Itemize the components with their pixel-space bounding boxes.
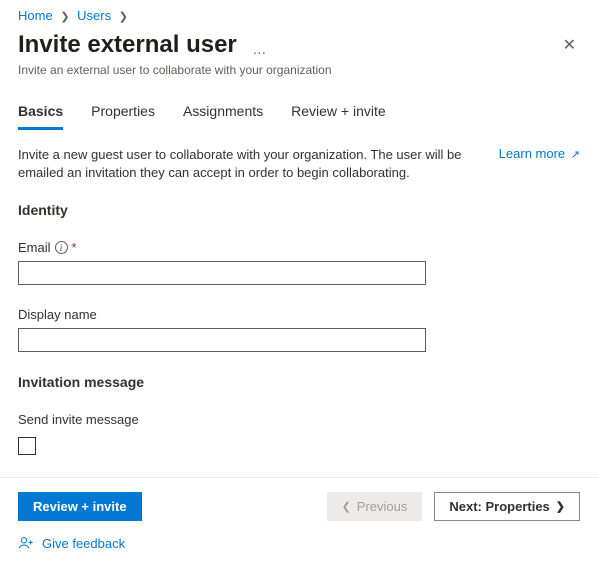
breadcrumb: Home ❯ Users ❯	[0, 0, 598, 23]
review-invite-button[interactable]: Review + invite	[18, 492, 142, 521]
email-field[interactable]	[18, 261, 426, 285]
chevron-right-icon: ❯	[556, 500, 565, 513]
tab-basics[interactable]: Basics	[18, 97, 63, 130]
more-menu-icon[interactable]: …	[252, 41, 266, 57]
description-text: Invite a new guest user to collaborate w…	[18, 146, 487, 182]
tab-assignments[interactable]: Assignments	[183, 97, 263, 130]
breadcrumb-users[interactable]: Users	[77, 8, 111, 23]
external-link-icon: ↗	[571, 149, 580, 161]
tabs: Basics Properties Assignments Review + i…	[0, 97, 598, 130]
info-icon[interactable]: i	[55, 241, 68, 254]
display-name-label: Display name	[18, 307, 580, 322]
footer-actions: Review + invite ❮ Previous Next: Propert…	[0, 478, 598, 521]
previous-button[interactable]: ❮ Previous	[327, 492, 423, 521]
page-header: Invite external user … ✕	[0, 23, 598, 63]
learn-more-link[interactable]: Learn more ↗	[499, 146, 580, 161]
email-label: Email i *	[18, 240, 580, 255]
page-title: Invite external user	[18, 31, 237, 59]
chevron-right-icon: ❯	[119, 11, 128, 23]
close-button[interactable]: ✕	[559, 31, 580, 59]
chevron-left-icon: ❮	[342, 500, 351, 513]
chevron-right-icon: ❯	[60, 11, 69, 23]
feedback-icon	[18, 535, 34, 551]
tab-properties[interactable]: Properties	[91, 97, 155, 130]
next-properties-button[interactable]: Next: Properties ❯	[434, 492, 580, 521]
section-invitation-message: Invitation message	[18, 374, 580, 390]
page-subtitle: Invite an external user to collaborate w…	[0, 63, 598, 97]
breadcrumb-home[interactable]: Home	[18, 8, 53, 23]
give-feedback-link[interactable]: Give feedback	[0, 521, 598, 551]
send-invite-checkbox[interactable]	[18, 437, 36, 455]
section-identity: Identity	[18, 202, 580, 218]
tab-review-invite[interactable]: Review + invite	[291, 97, 386, 130]
display-name-field[interactable]	[18, 328, 426, 352]
required-indicator: *	[72, 240, 77, 255]
send-invite-label: Send invite message	[18, 412, 580, 427]
